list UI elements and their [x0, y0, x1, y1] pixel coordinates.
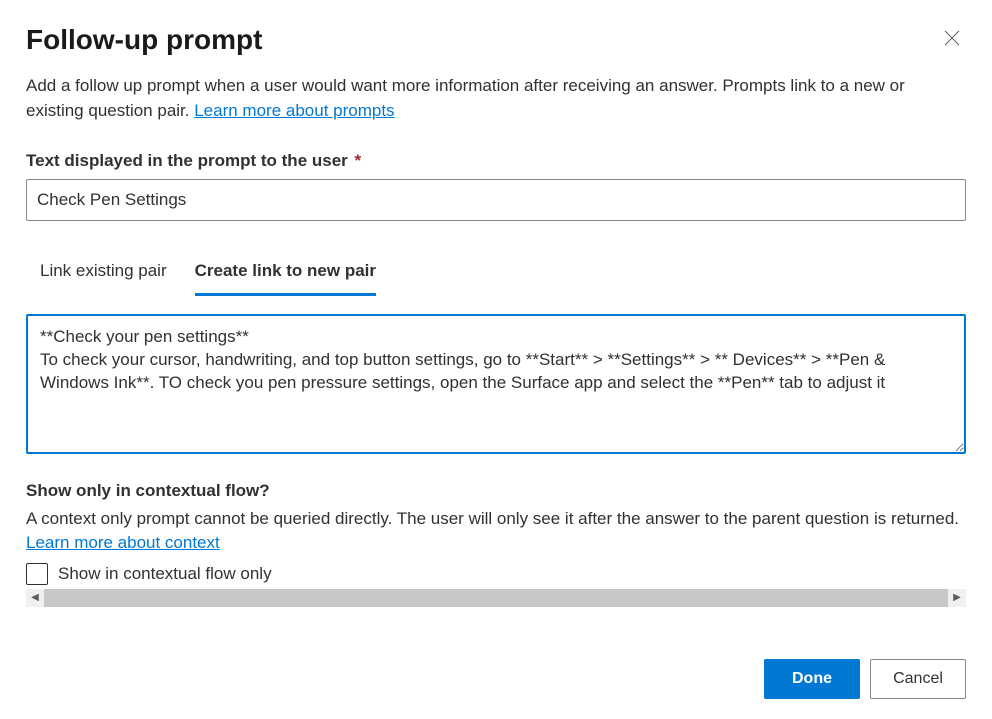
dialog-description: Add a follow up prompt when a user would… — [26, 74, 966, 123]
scroll-left-arrow-icon[interactable]: ◀ — [26, 589, 44, 607]
tab-create-new-pair[interactable]: Create link to new pair — [195, 251, 376, 296]
tab-link-existing-pair[interactable]: Link existing pair — [40, 251, 167, 296]
learn-more-context-link[interactable]: Learn more about context — [26, 533, 220, 552]
contextual-flow-description: A context only prompt cannot be queried … — [26, 507, 966, 555]
dialog-title: Follow-up prompt — [26, 24, 262, 56]
display-text-label: Text displayed in the prompt to the user… — [26, 151, 966, 171]
done-button[interactable]: Done — [764, 659, 860, 699]
scroll-thumb[interactable] — [44, 589, 948, 607]
contextual-flow-checkbox[interactable] — [26, 563, 48, 585]
contextual-flow-description-text: A context only prompt cannot be queried … — [26, 509, 959, 528]
display-text-input[interactable] — [26, 179, 966, 221]
answer-textarea[interactable]: **Check your pen settings** To check you… — [26, 314, 966, 454]
pair-tabs: Link existing pair Create link to new pa… — [26, 251, 966, 296]
cancel-button[interactable]: Cancel — [870, 659, 966, 699]
contextual-flow-heading: Show only in contextual flow? — [26, 481, 966, 501]
horizontal-scrollbar[interactable]: ◀ ▶ — [26, 589, 966, 607]
required-indicator: * — [355, 151, 362, 170]
learn-more-prompts-link[interactable]: Learn more about prompts — [194, 101, 394, 120]
contextual-flow-checkbox-label[interactable]: Show in contextual flow only — [58, 564, 272, 584]
close-icon — [944, 30, 960, 46]
dialog-header: Follow-up prompt — [26, 24, 966, 56]
scroll-right-arrow-icon[interactable]: ▶ — [948, 589, 966, 607]
dialog-description-text: Add a follow up prompt when a user would… — [26, 76, 905, 120]
contextual-checkbox-row: Show in contextual flow only — [26, 563, 966, 585]
dialog-footer: Done Cancel — [764, 659, 966, 699]
close-button[interactable] — [938, 24, 966, 52]
display-text-label-text: Text displayed in the prompt to the user — [26, 151, 348, 170]
followup-prompt-dialog: Follow-up prompt Add a follow up prompt … — [0, 0, 992, 719]
